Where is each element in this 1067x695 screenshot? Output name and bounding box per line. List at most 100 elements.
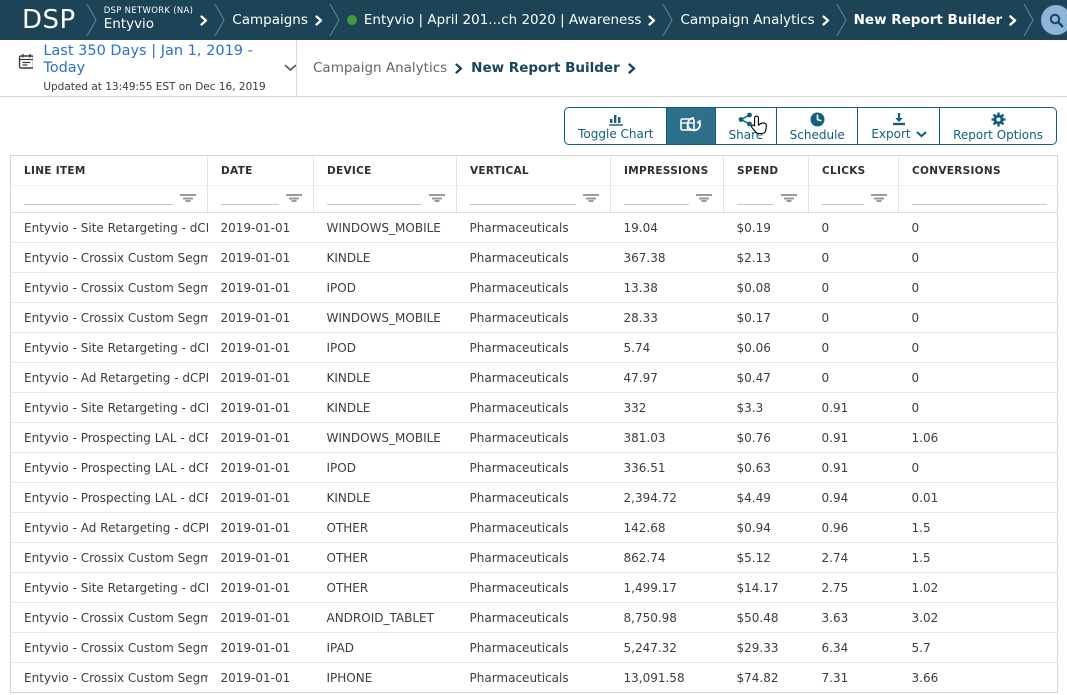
cell-clicks: 0.91 <box>809 393 899 423</box>
column-header-impressions[interactable]: IMPRESSIONS <box>611 156 724 186</box>
cell-spend: $2.13 <box>724 243 809 273</box>
chevron-down-icon <box>284 64 296 72</box>
cell-clicks: 6.34 <box>809 633 899 663</box>
breadcrumb-campaign[interactable]: Entyvio | April 201...ch 2020 | Awarenes… <box>347 12 657 28</box>
refresh-table-button[interactable] <box>666 107 716 145</box>
breadcrumb-network[interactable]: DSP NETWORK (NA) Entyvio <box>104 7 209 32</box>
breadcrumb-separator <box>327 0 343 40</box>
cell-spend: $0.06 <box>724 333 809 363</box>
breadcrumb-new-report-builder-link[interactable]: New Report Builder <box>471 60 620 76</box>
chevron-right-icon <box>455 63 463 74</box>
filter-input[interactable] <box>912 191 1047 205</box>
filter-input[interactable] <box>327 191 422 205</box>
filter-icon[interactable] <box>179 193 197 204</box>
report-table: LINE ITEMDATEDEVICEVERTICALIMPRESSIONSSP… <box>10 155 1058 693</box>
filter-input[interactable] <box>24 191 173 205</box>
cell-line-item: Entyvio - Crossix Custom Segment B <box>11 243 208 273</box>
cell-clicks: 0.91 <box>809 423 899 453</box>
date-breadcrumb-bar: Last 350 Days | Jan 1, 2019 - Today Upda… <box>0 40 1067 97</box>
cell-impressions: 2,394.72 <box>611 483 724 513</box>
cell-conversions: 0 <box>899 453 1058 483</box>
report-toolbar: Toggle Chart Share <box>0 97 1067 155</box>
cell-conversions: 0 <box>899 333 1058 363</box>
filter-icon[interactable] <box>695 193 713 204</box>
cell-device: IPOD <box>314 333 457 363</box>
column-header-vertical[interactable]: VERTICAL <box>457 156 611 186</box>
cell-date: 2019-01-01 <box>208 393 314 423</box>
cell-clicks: 3.63 <box>809 603 899 633</box>
cell-conversions: 3.66 <box>899 663 1058 693</box>
filter-input[interactable] <box>470 191 576 205</box>
breadcrumb-separator <box>84 0 100 40</box>
cell-impressions: 13.38 <box>611 273 724 303</box>
column-header-spend[interactable]: SPEND <box>724 156 809 186</box>
bar-chart-icon <box>608 113 624 126</box>
date-range-selector[interactable]: Last 350 Days | Jan 1, 2019 - Today Upda… <box>0 40 297 96</box>
export-label: Export <box>871 128 910 140</box>
filter-cell <box>809 186 899 213</box>
filter-input[interactable] <box>822 191 864 205</box>
breadcrumb-separator <box>834 0 850 40</box>
export-button[interactable]: Export <box>857 107 940 145</box>
filter-icon[interactable] <box>780 193 798 204</box>
filter-input[interactable] <box>624 191 689 205</box>
cell-impressions: 5,247.32 <box>611 633 724 663</box>
filter-icon[interactable] <box>582 193 600 204</box>
cell-device: IPHONE <box>314 663 457 693</box>
cell-clicks: 0.96 <box>809 513 899 543</box>
column-header-clicks[interactable]: CLICKS <box>809 156 899 186</box>
cell-line-item: Entyvio - Crossix Custom Segment B <box>11 273 208 303</box>
cell-clicks: 0 <box>809 363 899 393</box>
report-options-button[interactable]: Report Options <box>939 107 1057 145</box>
schedule-button[interactable]: Schedule <box>776 107 859 145</box>
filter-icon[interactable] <box>870 193 888 204</box>
chevron-right-icon <box>200 15 208 26</box>
cell-conversions: 0 <box>899 303 1058 333</box>
filter-icon[interactable] <box>285 193 303 204</box>
search-button[interactable] <box>1041 5 1067 35</box>
cell-clicks: 0 <box>809 273 899 303</box>
table-header-row: LINE ITEMDATEDEVICEVERTICALIMPRESSIONSSP… <box>11 156 1058 186</box>
cell-date: 2019-01-01 <box>208 513 314 543</box>
toggle-chart-button[interactable]: Toggle Chart <box>564 107 667 145</box>
cell-impressions: 47.97 <box>611 363 724 393</box>
column-header-conversions[interactable]: CONVERSIONS <box>899 156 1058 186</box>
breadcrumb-new-report-builder[interactable]: New Report Builder <box>854 12 1018 28</box>
filter-input[interactable] <box>221 191 279 205</box>
table-filter-row <box>11 186 1058 213</box>
share-button[interactable]: Share <box>715 107 778 145</box>
table-row: Entyvio - Crossix Custom Segment B2019-0… <box>11 243 1058 273</box>
breadcrumb-separator <box>212 0 228 40</box>
cell-vertical: Pharmaceuticals <box>457 333 611 363</box>
filter-icon[interactable] <box>428 193 446 204</box>
cell-conversions: 3.02 <box>899 603 1058 633</box>
cell-vertical: Pharmaceuticals <box>457 363 611 393</box>
cell-line-item: Entyvio - Ad Retargeting - dCPM (Lar <box>11 363 208 393</box>
table-row: Entyvio - Prospecting LAL - dCPM (La2019… <box>11 453 1058 483</box>
cell-date: 2019-01-01 <box>208 333 314 363</box>
cell-device: IPOD <box>314 273 457 303</box>
column-header-line-item[interactable]: LINE ITEM <box>11 156 208 186</box>
cell-line-item: Entyvio - Prospecting LAL - dCPM (La <box>11 483 208 513</box>
report-table-container: LINE ITEMDATEDEVICEVERTICALIMPRESSIONSSP… <box>10 155 1057 693</box>
cell-spend: $0.76 <box>724 423 809 453</box>
cell-spend: $0.19 <box>724 213 809 243</box>
cell-impressions: 862.74 <box>611 543 724 573</box>
filter-input[interactable] <box>737 191 774 205</box>
cell-date: 2019-01-01 <box>208 663 314 693</box>
cell-date: 2019-01-01 <box>208 243 314 273</box>
app-logo[interactable]: DSP <box>22 5 76 35</box>
cell-spend: $29.33 <box>724 633 809 663</box>
breadcrumb-campaign-analytics-link[interactable]: Campaign Analytics <box>313 60 447 76</box>
column-header-device[interactable]: DEVICE <box>314 156 457 186</box>
breadcrumb-campaigns[interactable]: Campaigns <box>232 12 323 28</box>
toggle-chart-label: Toggle Chart <box>578 128 653 140</box>
cell-date: 2019-01-01 <box>208 573 314 603</box>
top-nav-bar: DSP DSP NETWORK (NA) Entyvio Campaigns E… <box>0 0 1067 40</box>
cell-clicks: 0.91 <box>809 453 899 483</box>
share-label: Share <box>729 129 764 141</box>
breadcrumb-campaign-analytics[interactable]: Campaign Analytics <box>680 12 829 28</box>
cell-vertical: Pharmaceuticals <box>457 483 611 513</box>
cell-date: 2019-01-01 <box>208 273 314 303</box>
column-header-date[interactable]: DATE <box>208 156 314 186</box>
